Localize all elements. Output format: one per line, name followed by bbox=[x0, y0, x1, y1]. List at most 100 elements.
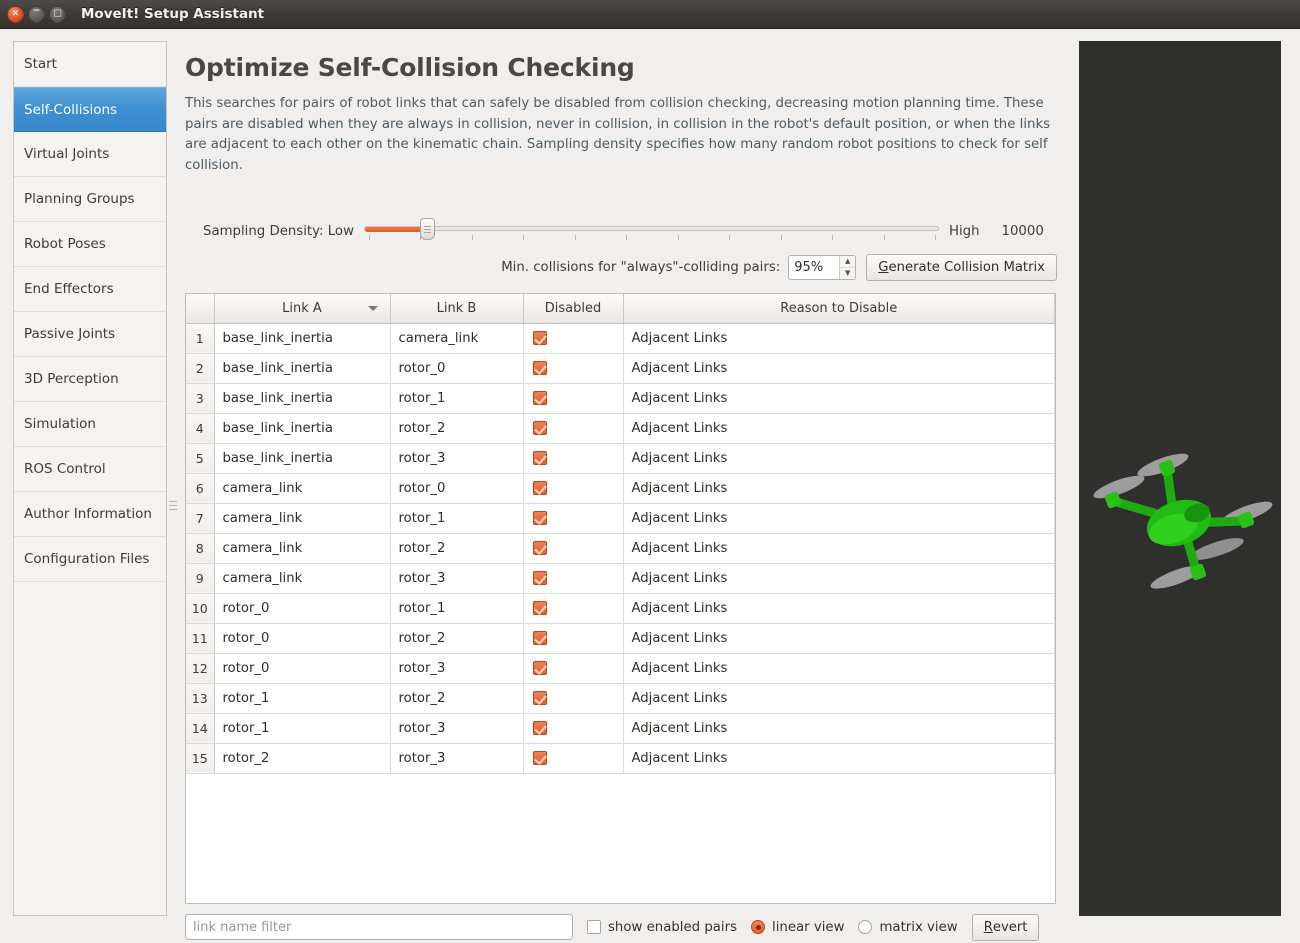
cell-disabled[interactable] bbox=[523, 383, 624, 414]
cell-link-a[interactable]: base_link_inertia bbox=[214, 443, 391, 474]
robot-3d-viewport[interactable] bbox=[1079, 41, 1281, 916]
cell-link-b[interactable]: rotor_3 bbox=[390, 653, 524, 684]
column-header-link-a[interactable]: Link A bbox=[214, 294, 391, 324]
cell-disabled[interactable] bbox=[523, 353, 624, 384]
cell-disabled[interactable] bbox=[523, 653, 624, 684]
sidebar-item-3d-perception[interactable]: 3D Perception bbox=[14, 357, 166, 402]
sidebar-item-robot-poses[interactable]: Robot Poses bbox=[14, 222, 166, 267]
linear-view-radio[interactable] bbox=[751, 920, 766, 934]
cell-link-b[interactable]: rotor_2 bbox=[390, 623, 524, 654]
minimize-icon[interactable]: − bbox=[28, 5, 45, 23]
cell-link-b[interactable]: rotor_3 bbox=[390, 713, 524, 744]
cell-link-a[interactable]: base_link_inertia bbox=[214, 323, 391, 354]
disabled-checkbox[interactable] bbox=[532, 450, 547, 465]
cell-disabled[interactable] bbox=[523, 473, 624, 504]
cell-link-a[interactable]: rotor_2 bbox=[214, 743, 391, 774]
cell-link-b[interactable]: rotor_2 bbox=[390, 533, 524, 564]
row-number[interactable]: 14 bbox=[186, 713, 215, 744]
table-row[interactable]: 7 camera_link rotor_1 Adjacent Links bbox=[186, 503, 1055, 534]
cell-link-a[interactable]: rotor_0 bbox=[214, 653, 391, 684]
row-number[interactable]: 4 bbox=[186, 413, 215, 444]
min-collisions-spinbox[interactable]: ▲ ▼ bbox=[788, 254, 857, 280]
cell-disabled[interactable] bbox=[523, 443, 624, 474]
cell-reason[interactable]: Adjacent Links bbox=[623, 653, 1055, 684]
cell-link-b[interactable]: rotor_2 bbox=[390, 683, 524, 714]
cell-link-a[interactable]: camera_link bbox=[214, 533, 391, 564]
show-enabled-pairs-checkbox[interactable] bbox=[587, 920, 601, 934]
column-header-disabled[interactable]: Disabled bbox=[523, 294, 624, 324]
row-number[interactable]: 6 bbox=[186, 473, 215, 504]
cell-link-a[interactable]: rotor_0 bbox=[214, 623, 391, 654]
disabled-checkbox[interactable] bbox=[532, 480, 547, 495]
cell-link-a[interactable]: base_link_inertia bbox=[214, 383, 391, 414]
cell-reason[interactable]: Adjacent Links bbox=[623, 563, 1055, 594]
sampling-density-slider[interactable] bbox=[363, 216, 939, 246]
row-number[interactable]: 3 bbox=[186, 383, 215, 414]
cell-disabled[interactable] bbox=[523, 323, 624, 354]
table-row[interactable]: 12 rotor_0 rotor_3 Adjacent Links bbox=[186, 653, 1055, 684]
cell-reason[interactable]: Adjacent Links bbox=[623, 713, 1055, 744]
table-row[interactable]: 4 base_link_inertia rotor_2 Adjacent Links bbox=[186, 413, 1055, 444]
cell-reason[interactable]: Adjacent Links bbox=[623, 593, 1055, 624]
table-row[interactable]: 9 camera_link rotor_3 Adjacent Links bbox=[186, 563, 1055, 594]
cell-reason[interactable]: Adjacent Links bbox=[623, 503, 1055, 534]
sidebar-item-author-information[interactable]: Author Information bbox=[14, 492, 166, 537]
cell-link-b[interactable]: rotor_1 bbox=[390, 383, 524, 414]
table-row[interactable]: 8 camera_link rotor_2 Adjacent Links bbox=[186, 533, 1055, 564]
matrix-view-group[interactable]: matrix view bbox=[858, 920, 958, 935]
spinbox-down-icon[interactable]: ▼ bbox=[840, 268, 855, 279]
link-name-filter-input[interactable] bbox=[185, 914, 573, 940]
sidebar-item-start[interactable]: Start bbox=[14, 42, 166, 87]
row-number[interactable]: 12 bbox=[186, 653, 215, 684]
cell-link-b[interactable]: rotor_1 bbox=[390, 593, 524, 624]
sidebar-item-configuration-files[interactable]: Configuration Files bbox=[14, 537, 166, 582]
row-number[interactable]: 5 bbox=[186, 443, 215, 474]
linear-view-group[interactable]: linear view bbox=[751, 920, 844, 935]
cell-disabled[interactable] bbox=[523, 413, 624, 444]
table-row[interactable]: 15 rotor_2 rotor_3 Adjacent Links bbox=[186, 743, 1055, 774]
disabled-checkbox[interactable] bbox=[532, 720, 547, 735]
cell-reason[interactable]: Adjacent Links bbox=[623, 683, 1055, 714]
table-row[interactable]: 11 rotor_0 rotor_2 Adjacent Links bbox=[186, 623, 1055, 654]
table-row[interactable]: 5 base_link_inertia rotor_3 Adjacent Links bbox=[186, 443, 1055, 474]
sidebar-item-self-collisions[interactable]: Self-Collisions bbox=[14, 87, 166, 132]
row-number[interactable]: 2 bbox=[186, 353, 215, 384]
cell-disabled[interactable] bbox=[523, 713, 624, 744]
cell-link-b[interactable]: rotor_0 bbox=[390, 353, 524, 384]
sidebar-item-planning-groups[interactable]: Planning Groups bbox=[14, 177, 166, 222]
generate-collision-matrix-button[interactable]: Generate Collision Matrix bbox=[866, 253, 1057, 281]
matrix-view-radio[interactable] bbox=[858, 920, 873, 934]
row-number[interactable]: 7 bbox=[186, 503, 215, 534]
cell-link-b[interactable]: rotor_0 bbox=[390, 473, 524, 504]
table-row[interactable]: 3 base_link_inertia rotor_1 Adjacent Links bbox=[186, 383, 1055, 414]
close-icon[interactable]: × bbox=[7, 5, 24, 23]
cell-disabled[interactable] bbox=[523, 683, 624, 714]
cell-reason[interactable]: Adjacent Links bbox=[623, 743, 1055, 774]
cell-disabled[interactable] bbox=[523, 563, 624, 594]
sidebar-item-simulation[interactable]: Simulation bbox=[14, 402, 166, 447]
sidebar-item-end-effectors[interactable]: End Effectors bbox=[14, 267, 166, 312]
sidebar-item-passive-joints[interactable]: Passive Joints bbox=[14, 312, 166, 357]
cell-reason[interactable]: Adjacent Links bbox=[623, 533, 1055, 564]
show-enabled-pairs-label[interactable]: show enabled pairs bbox=[608, 920, 737, 935]
disabled-checkbox[interactable] bbox=[532, 750, 547, 765]
sidebar-item-ros-control[interactable]: ROS Control bbox=[14, 447, 166, 492]
column-header-link-b[interactable]: Link B bbox=[390, 294, 524, 324]
cell-link-b[interactable]: rotor_3 bbox=[390, 563, 524, 594]
row-number[interactable]: 11 bbox=[186, 623, 215, 654]
column-header-reason[interactable]: Reason to Disable bbox=[623, 294, 1055, 324]
cell-link-a[interactable]: rotor_1 bbox=[214, 713, 391, 744]
row-number[interactable]: 13 bbox=[186, 683, 215, 714]
cell-link-a[interactable]: rotor_0 bbox=[214, 593, 391, 624]
disabled-checkbox[interactable] bbox=[532, 360, 547, 375]
disabled-checkbox[interactable] bbox=[532, 420, 547, 435]
row-number[interactable]: 9 bbox=[186, 563, 215, 594]
disabled-checkbox[interactable] bbox=[532, 630, 547, 645]
row-number[interactable]: 1 bbox=[186, 323, 215, 354]
table-row[interactable]: 2 base_link_inertia rotor_0 Adjacent Links bbox=[186, 353, 1055, 384]
disabled-checkbox[interactable] bbox=[532, 600, 547, 615]
cell-disabled[interactable] bbox=[523, 503, 624, 534]
cell-link-b[interactable]: rotor_2 bbox=[390, 413, 524, 444]
cell-reason[interactable]: Adjacent Links bbox=[623, 323, 1055, 354]
revert-button[interactable]: Revert bbox=[971, 913, 1040, 941]
